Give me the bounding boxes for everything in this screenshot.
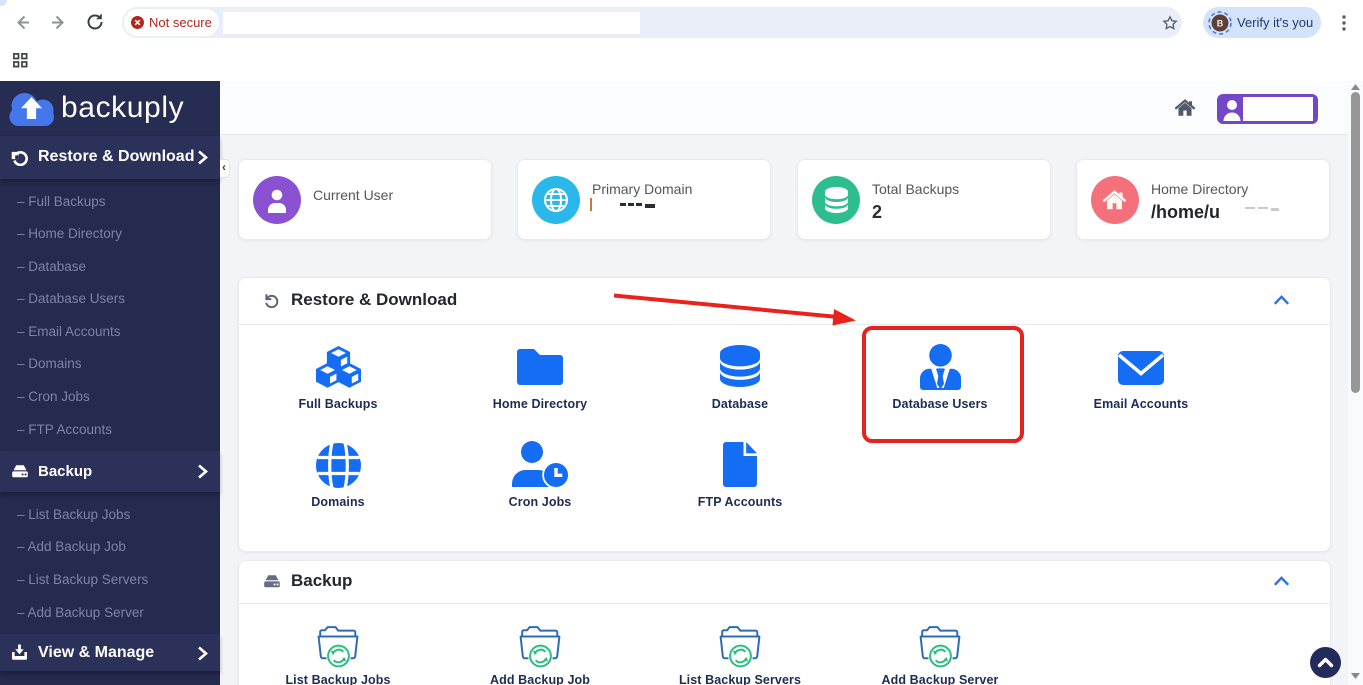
- svg-text:B: B: [1217, 19, 1224, 29]
